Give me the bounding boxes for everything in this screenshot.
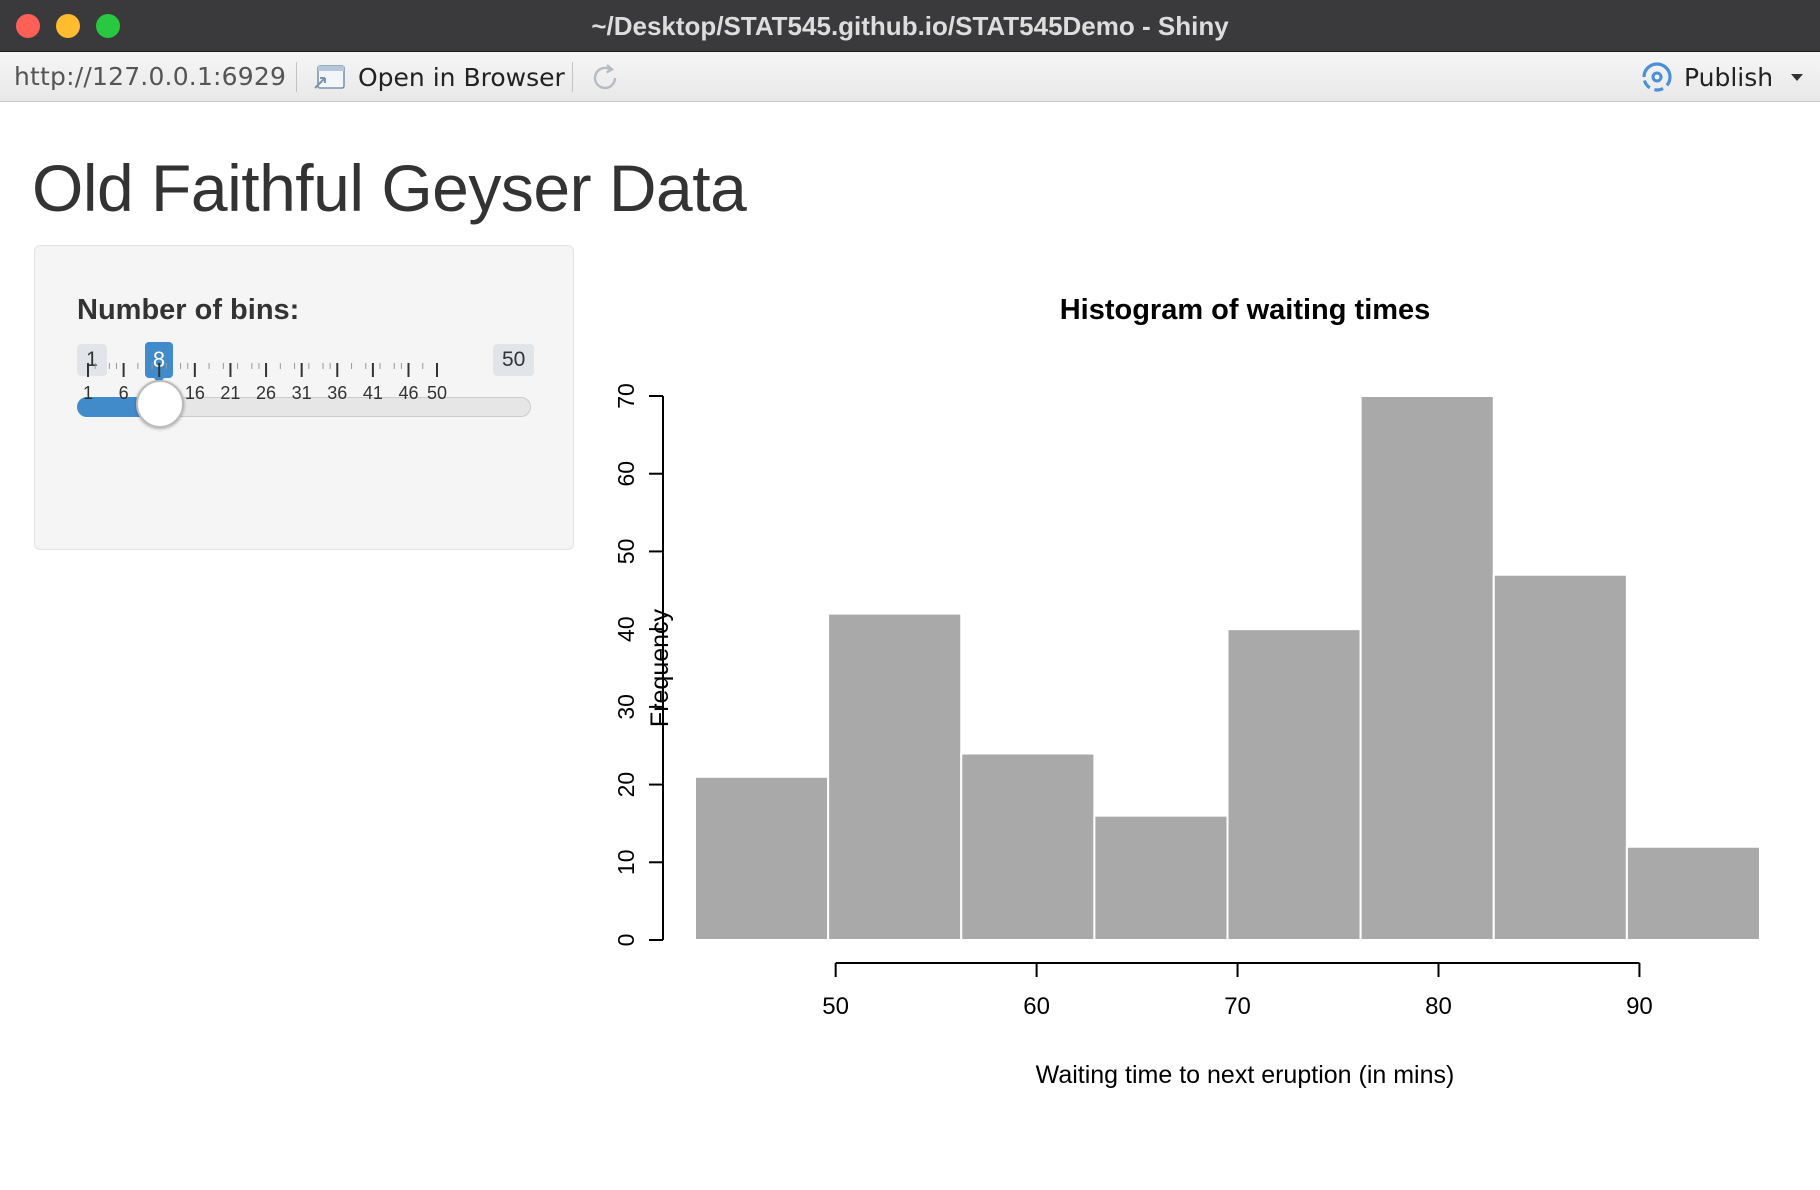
histogram-bar (1226, 628, 1362, 941)
sidebar-panel: Number of bins: 1 50 8 16111621263136414… (34, 245, 574, 550)
y-tick-label: 50 (613, 539, 639, 565)
histogram-bar (1492, 573, 1628, 941)
y-tick-label: 30 (613, 694, 639, 720)
publish-button[interactable]: Publish (1638, 59, 1804, 95)
histogram-bar (694, 775, 830, 941)
refresh-icon[interactable] (588, 61, 622, 95)
y-tick-label: 40 (613, 616, 639, 642)
toolbar-divider (296, 62, 297, 92)
publish-label: Publish (1684, 62, 1774, 92)
histogram-bar (1359, 395, 1495, 941)
open-in-browser-button[interactable]: Open in Browser (312, 60, 565, 94)
window-title: ~/Desktop/STAT545.github.io/STAT545Demo … (591, 11, 1229, 41)
x-axis-label: Waiting time to next eruption (in mins) (1036, 1061, 1455, 1089)
publish-icon (1642, 62, 1672, 92)
open-in-browser-icon (314, 65, 345, 89)
x-tick-label: 70 (1224, 993, 1251, 1020)
slider-value-badge: 8 (145, 342, 173, 384)
y-tick-label: 10 (613, 849, 639, 875)
y-tick-label: 20 (613, 772, 639, 798)
window-titlebar: ~/Desktop/STAT545.github.io/STAT545Demo … (0, 0, 1820, 52)
y-axis-label: Frequency (646, 608, 674, 727)
slider-min-badge: 1 (77, 344, 107, 376)
toolbar-divider (572, 62, 573, 92)
y-tick-label: 0 (613, 934, 639, 947)
chart-title: Histogram of waiting times (1060, 294, 1431, 326)
y-tick-label: 60 (613, 461, 639, 487)
page-title: Old Faithful Geyser Data (32, 151, 747, 225)
x-tick-label: 80 (1425, 993, 1452, 1020)
y-tick-label: 70 (613, 383, 639, 409)
slider-handle[interactable] (136, 380, 184, 428)
histogram-bar (1093, 814, 1229, 942)
x-tick-label: 90 (1626, 993, 1653, 1020)
slider-max-badge: 50 (493, 344, 535, 376)
histogram-bar (1625, 845, 1761, 941)
histogram-bar (960, 752, 1096, 941)
bins-slider-label: Number of bins: (77, 294, 300, 326)
address-url[interactable]: http://127.0.0.1:6929 (14, 62, 286, 91)
chevron-down-icon[interactable] (1791, 73, 1804, 81)
viewer-toolbar: http://127.0.0.1:6929 Open in Browser Pu… (0, 52, 1820, 102)
histogram-chart: Histogram of waiting times Frequency Wai… (613, 294, 1761, 1089)
histogram-bar (827, 612, 963, 941)
x-tick-label: 50 (822, 993, 849, 1020)
x-tick-label: 60 (1023, 993, 1050, 1020)
open-in-browser-label: Open in Browser (358, 62, 565, 92)
